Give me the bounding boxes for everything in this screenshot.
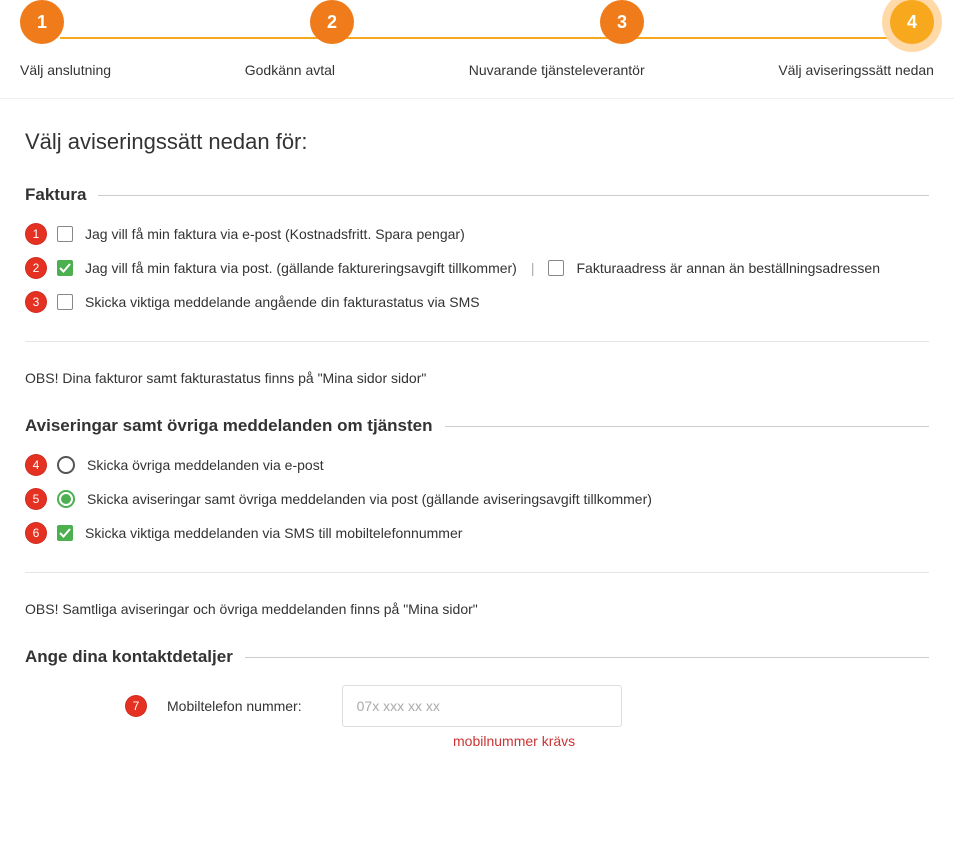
- checkbox-email-invoice[interactable]: [57, 226, 73, 242]
- label-post-other: Skicka aviseringar samt övriga meddeland…: [87, 491, 652, 507]
- label-email-invoice: Jag vill få min faktura via e-post (Kost…: [85, 226, 465, 242]
- step-circle-2: 2: [310, 0, 354, 44]
- radio-post-other[interactable]: [57, 490, 75, 508]
- step-label-1: Välj anslutning: [20, 62, 111, 78]
- option-row-sms-invoice: 3 Skicka viktiga meddelande angående din…: [25, 291, 929, 313]
- checkbox-diff-address[interactable]: [548, 260, 564, 276]
- main-panel: Välj aviseringssätt nedan för: Faktura 1…: [0, 98, 954, 779]
- label-sms-other: Skicka viktiga meddelanden via SMS till …: [85, 525, 462, 541]
- label-mobile-number: Mobiltelefon nummer:: [167, 698, 302, 714]
- error-mobile-required: mobilnummer krävs: [453, 733, 929, 749]
- checkbox-sms-invoice[interactable]: [57, 294, 73, 310]
- option-row-sms-other: 6 Skicka viktiga meddelanden via SMS til…: [25, 522, 929, 544]
- annotation-marker-4: 4: [25, 454, 47, 476]
- step-label-3: Nuvarande tjänsteleverantör: [469, 62, 645, 78]
- section-heading-faktura-text: Faktura: [25, 185, 86, 205]
- section-heading-contact-text: Ange dina kontaktdetaljer: [25, 647, 233, 667]
- annotation-marker-7: 7: [125, 695, 147, 717]
- label-email-other: Skicka övriga meddelanden via e-post: [87, 457, 324, 473]
- option-row-post-other: 5 Skicka aviseringar samt övriga meddela…: [25, 488, 929, 510]
- option-row-email-invoice: 1 Jag vill få min faktura via e-post (Ko…: [25, 223, 929, 245]
- contact-row-mobile: 7 Mobiltelefon nummer:: [125, 685, 929, 727]
- annotation-marker-3: 3: [25, 291, 47, 313]
- section-heading-contact: Ange dina kontaktdetaljer: [25, 647, 929, 667]
- progress-stepper: 1 2 3 4 Välj anslutning Godkänn avtal Nu…: [0, 0, 954, 78]
- step-circle-1: 1: [20, 0, 64, 44]
- divider-line: [445, 426, 930, 427]
- section-heading-avisering-text: Aviseringar samt övriga meddelanden om t…: [25, 416, 433, 436]
- note-avisering: OBS! Samtliga aviseringar och övriga med…: [25, 572, 929, 617]
- page-title: Välj aviseringssätt nedan för:: [25, 129, 929, 155]
- step-label-4: Välj aviseringssätt nedan: [778, 62, 934, 78]
- checkbox-post-invoice[interactable]: [57, 260, 73, 276]
- step-2: 2: [310, 0, 354, 44]
- annotation-marker-2: 2: [25, 257, 47, 279]
- step-circle-4: 4: [890, 0, 934, 44]
- input-mobile-number[interactable]: [342, 685, 622, 727]
- annotation-marker-1: 1: [25, 223, 47, 245]
- section-heading-avisering: Aviseringar samt övriga meddelanden om t…: [25, 416, 929, 436]
- step-circle-4-halo: 4: [882, 0, 942, 52]
- label-post-invoice: Jag vill få min faktura via post. (gälla…: [85, 260, 517, 276]
- annotation-marker-6: 6: [25, 522, 47, 544]
- option-row-post-invoice: 2 Jag vill få min faktura via post. (gäl…: [25, 257, 929, 279]
- label-diff-address: Fakturaadress är annan än beställningsad…: [576, 260, 880, 276]
- radio-email-other[interactable]: [57, 456, 75, 474]
- pipe-divider: |: [531, 260, 535, 276]
- step-1: 1: [20, 0, 64, 44]
- annotation-marker-5: 5: [25, 488, 47, 510]
- label-sms-invoice: Skicka viktiga meddelande angående din f…: [85, 294, 480, 310]
- option-row-email-other: 4 Skicka övriga meddelanden via e-post: [25, 454, 929, 476]
- note-faktura: OBS! Dina fakturor samt fakturastatus fi…: [25, 341, 929, 386]
- step-3: 3: [600, 0, 644, 44]
- divider-line: [245, 657, 929, 658]
- step-circle-3: 3: [600, 0, 644, 44]
- check-icon: [59, 262, 71, 274]
- check-icon: [59, 527, 71, 539]
- step-4: 4: [890, 0, 934, 44]
- section-heading-faktura: Faktura: [25, 185, 929, 205]
- checkbox-sms-other[interactable]: [57, 525, 73, 541]
- step-label-2: Godkänn avtal: [245, 62, 335, 78]
- divider-line: [98, 195, 929, 196]
